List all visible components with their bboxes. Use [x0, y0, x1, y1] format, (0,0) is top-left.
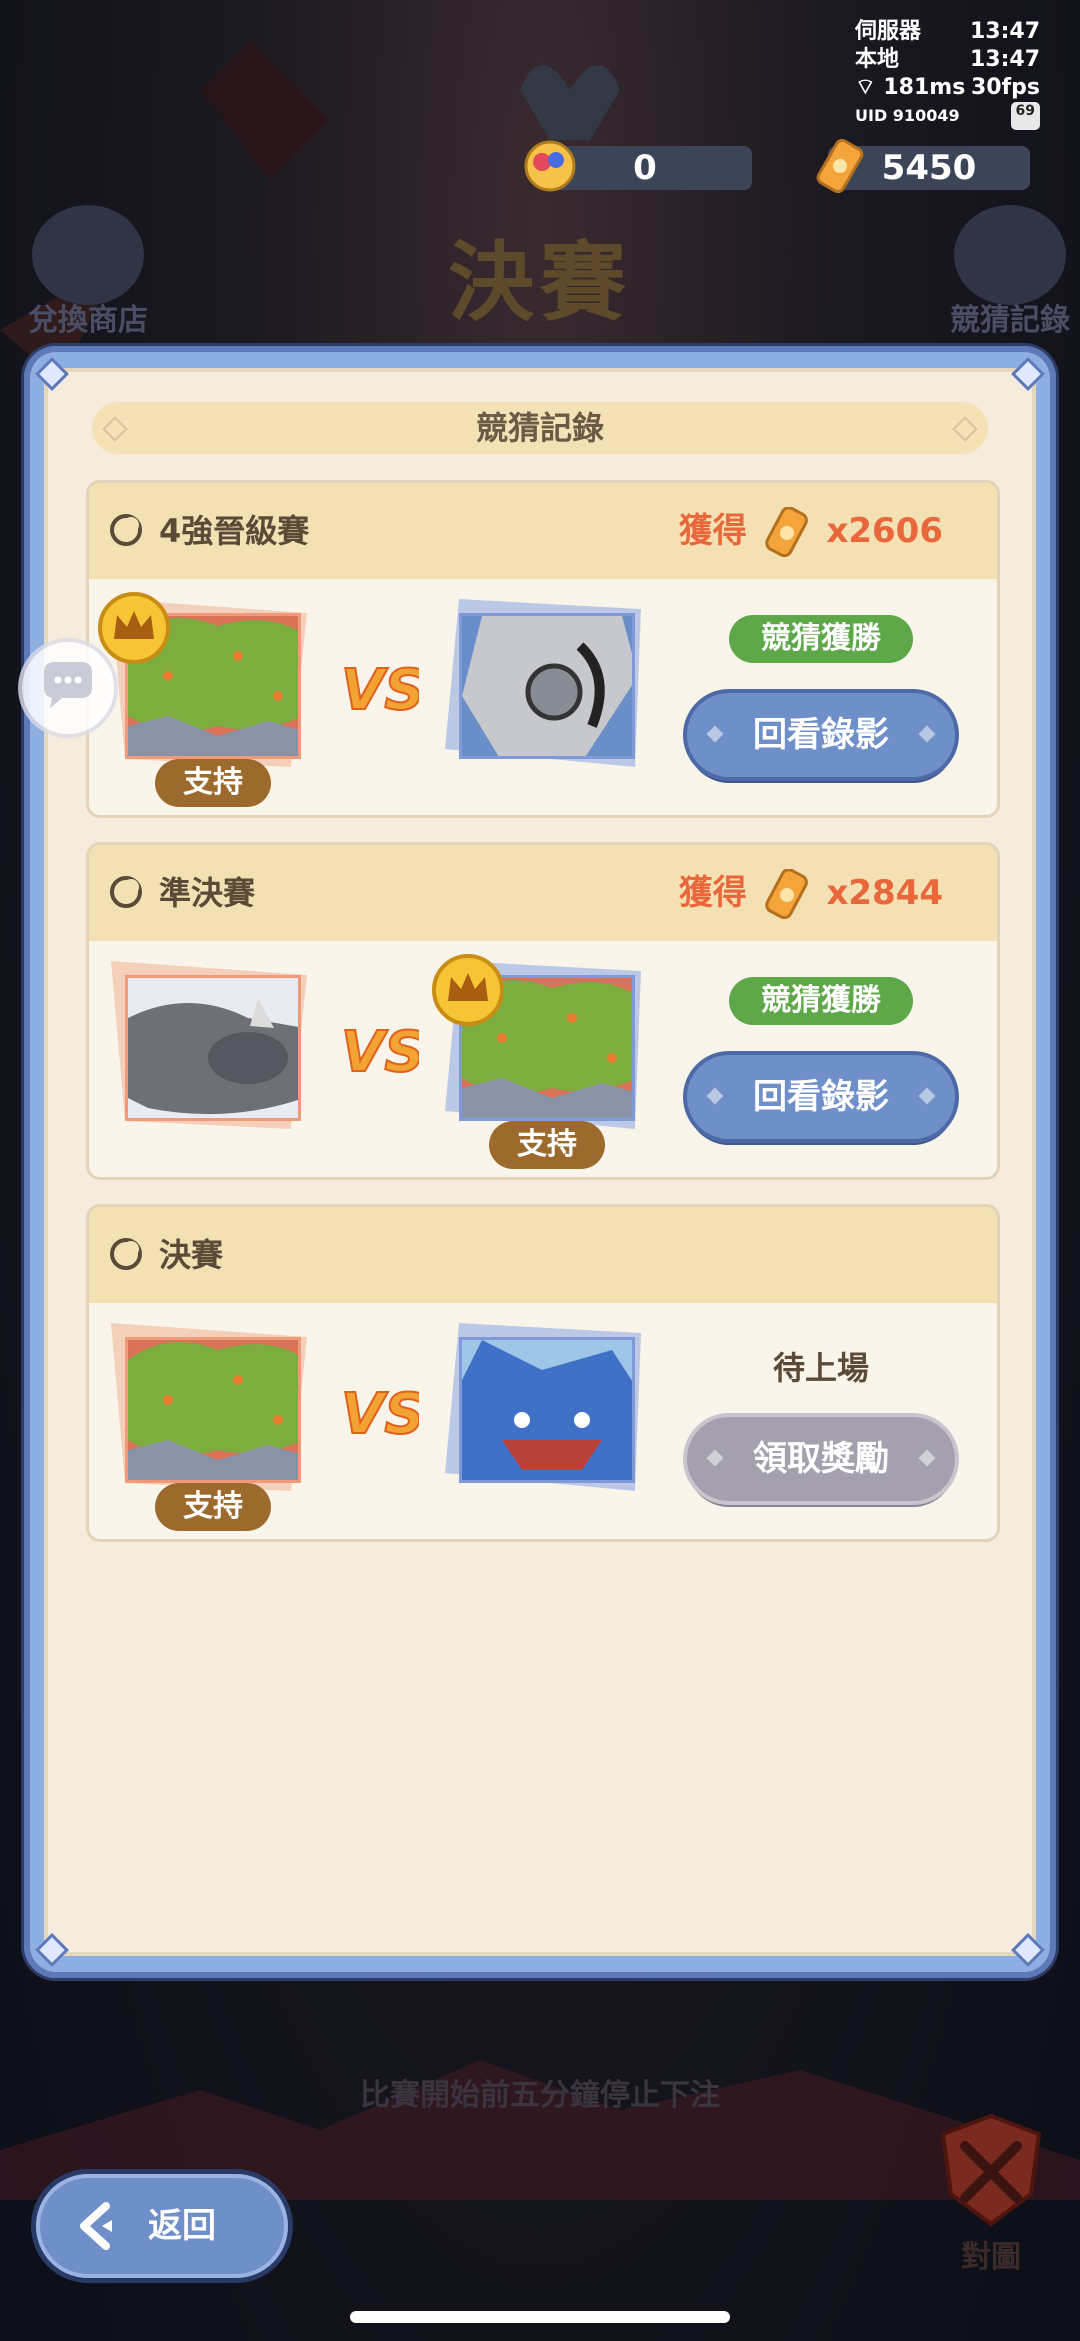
document-icon [954, 205, 1066, 305]
gem-count: 0 [633, 148, 657, 188]
card-header: 準決賽 獲得 x2844 [89, 845, 997, 941]
crown-icon [431, 953, 505, 1027]
fighter-portrait-shark [459, 1337, 635, 1483]
round-title: 決賽 [159, 1236, 224, 1274]
claim-reward-label: 領取獎勵 [753, 1439, 889, 1479]
diamond-ornament [918, 725, 936, 743]
fighter-portrait-mech [459, 613, 635, 759]
back-arrow-icon [80, 2202, 112, 2250]
home-indicator[interactable] [350, 2311, 730, 2323]
wifi-icon: ⌔ [855, 75, 876, 100]
exchange-shop-label: 兌換商店 [28, 303, 148, 338]
shop-icon [32, 205, 144, 305]
ticket-icon [763, 869, 811, 921]
reward-display: 獲得 x2606 [679, 483, 943, 579]
vs-icon [339, 1377, 419, 1447]
right-fighter[interactable]: 支持 [459, 975, 641, 1169]
diamond-ornament [706, 1087, 724, 1105]
local-time: 13:47 [969, 47, 1040, 72]
gem-counter: 0 [524, 140, 752, 192]
crossed-swords-icon [940, 2113, 1042, 2227]
fps-readout: 30fps [970, 75, 1040, 100]
panel-title: 競猜記錄 [475, 409, 604, 447]
card-header: 4強晉級賽 獲得 x2606 [89, 483, 997, 579]
exchange-shop-button[interactable]: 兌換商店 [28, 205, 148, 339]
support-badge: 支持 [489, 1121, 605, 1169]
ticket-count: 5450 [881, 148, 977, 188]
stage-title: 決賽 [448, 232, 632, 333]
pending-status: 待上場 [772, 1349, 869, 1387]
diamond-ornament [706, 725, 724, 743]
replay-button[interactable]: 回看錄影 [687, 1055, 955, 1139]
left-fighter[interactable]: 支持 [125, 613, 307, 807]
gem-icon [524, 140, 576, 192]
card-header: 決賽 [89, 1207, 997, 1303]
bracket-button[interactable]: 對圖 [916, 2110, 1066, 2276]
round-title: 4強晉級賽 [159, 512, 310, 550]
betting-notice: 比賽開始前五分鐘停止下注 [360, 2078, 720, 2113]
match-card-quarterfinal: 4強晉級賽 獲得 x2606 支持 競猜獲勝 回看錄影 [86, 480, 1000, 818]
chat-button[interactable] [22, 642, 114, 734]
chat-icon [44, 662, 92, 708]
diamond-ornament [918, 1087, 936, 1105]
ticket-icon [763, 507, 811, 559]
ticket-counter: 5450 [816, 138, 1030, 194]
claim-reward-button[interactable]: 領取獎勵 [687, 1417, 955, 1501]
result-badge: 競猜獲勝 [729, 615, 913, 663]
uid-label: UID 910049 [855, 106, 960, 125]
battery-icon: 69 [1010, 102, 1040, 130]
diamond-ornament [952, 416, 978, 442]
ticket-icon [816, 138, 864, 194]
fighter-portrait-beast [125, 975, 301, 1121]
fighter-portrait-grass [125, 1337, 301, 1483]
reward-display: 獲得 x2844 [679, 845, 943, 941]
match-card-final: 決賽 支持 待上場 領取獎勵 [86, 1204, 1000, 1542]
left-fighter[interactable] [111, 961, 307, 1129]
support-badge: 支持 [155, 759, 271, 807]
right-fighter[interactable] [445, 599, 641, 767]
diamond-ornament [706, 1449, 724, 1467]
records-label: 競猜記錄 [950, 303, 1070, 338]
server-time: 13:47 [969, 19, 1040, 44]
left-fighter[interactable]: 支持 [111, 1323, 307, 1531]
vs-icon [339, 1015, 419, 1085]
records-button[interactable]: 競猜記錄 [950, 205, 1070, 339]
round-icon [109, 1237, 143, 1271]
round-title: 準決賽 [159, 874, 256, 912]
back-button[interactable]: 返回 [36, 2174, 288, 2278]
back-label: 返回 [148, 2206, 216, 2246]
reward-amount: x2844 [826, 873, 943, 913]
match-card-semifinal: 準決賽 獲得 x2844 支持 競猜獲勝 回看錄影 [86, 842, 1000, 1180]
reward-prefix: 獲得 [678, 511, 747, 551]
status-overlay: 伺服器 13:47 本地 13:47 ⌔ 181ms 30fps UID 910049… [855, 18, 1040, 130]
support-badge: 支持 [155, 1483, 271, 1531]
local-label: 本地 [855, 47, 900, 72]
panel-title-bar: 競猜記錄 [92, 402, 988, 454]
right-fighter[interactable] [445, 1323, 641, 1491]
round-icon [109, 513, 143, 547]
replay-button[interactable]: 回看錄影 [687, 693, 955, 777]
reward-amount: x2606 [826, 511, 943, 551]
vs-icon [339, 653, 419, 723]
diamond-ornament [918, 1449, 936, 1467]
ping-readout: ⌔ 181ms [855, 75, 966, 100]
result-badge: 競猜獲勝 [729, 977, 913, 1025]
replay-label: 回看錄影 [753, 1077, 889, 1117]
round-icon [109, 875, 143, 909]
bracket-label: 對圖 [961, 2240, 1021, 2275]
server-label: 伺服器 [855, 19, 922, 44]
replay-label: 回看錄影 [753, 715, 889, 755]
diamond-ornament [102, 416, 128, 442]
reward-prefix: 獲得 [678, 873, 747, 913]
